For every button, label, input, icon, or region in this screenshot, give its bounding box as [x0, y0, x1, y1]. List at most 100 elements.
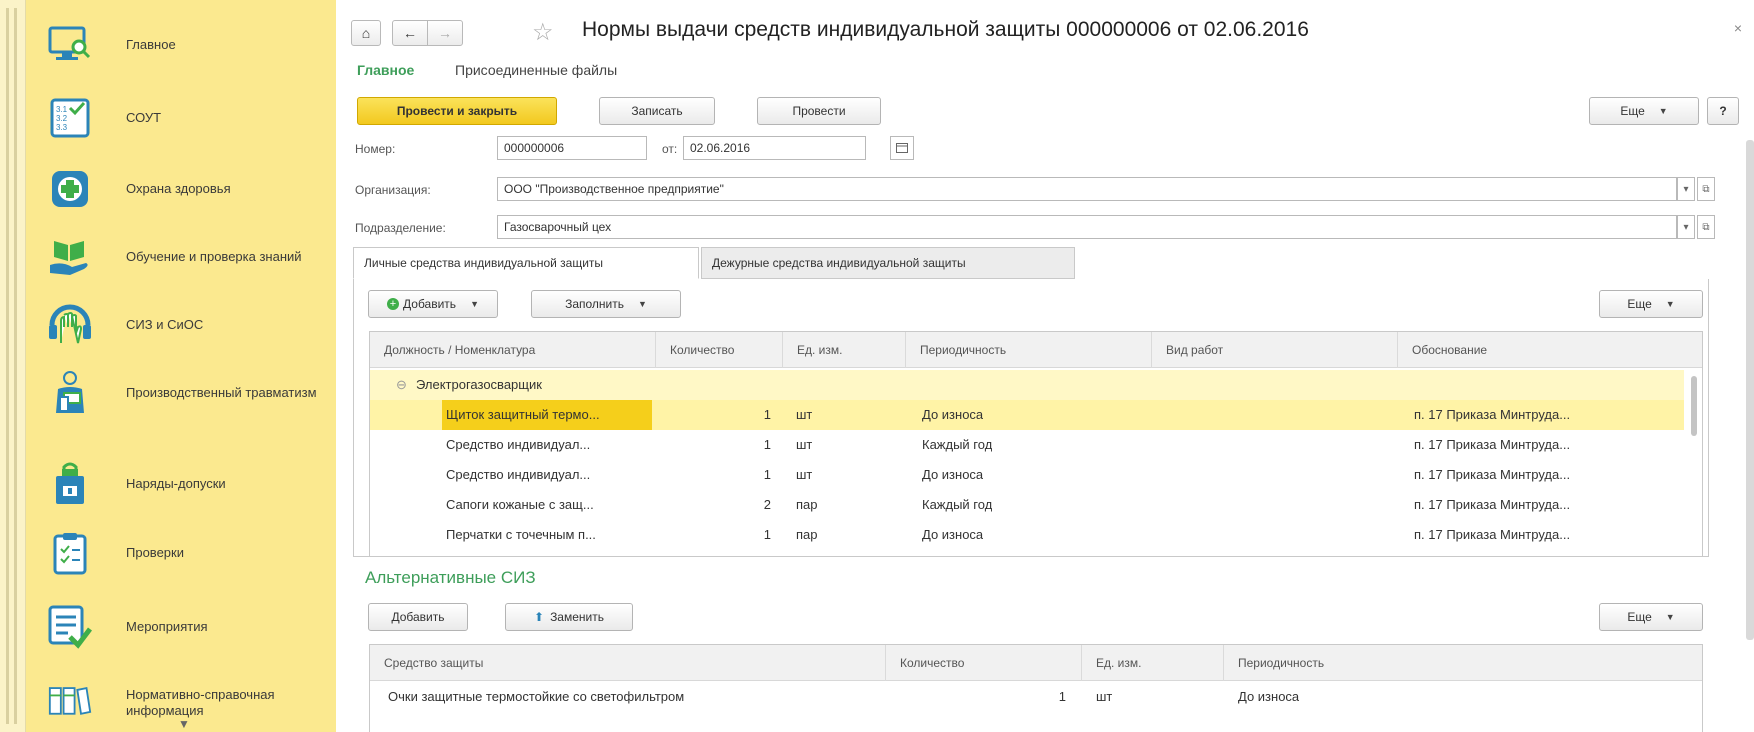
- binders-icon: [48, 678, 92, 722]
- sidebar-item-inspections[interactable]: Проверки: [26, 518, 336, 588]
- number-field[interactable]: 000000006: [497, 136, 647, 160]
- cell-unit: пар: [796, 497, 818, 512]
- column-header[interactable]: Количество: [656, 332, 783, 368]
- chevron-down-icon: ▼: [470, 299, 479, 309]
- document-form: ⌂ ← → ☆ Нормы выдачи средств индивидуаль…: [337, 0, 1754, 732]
- table-row[interactable]: Средство индивидуал... 1 шт Каждый год п…: [370, 430, 1684, 460]
- glove-icon: [48, 303, 92, 347]
- replace-label: Заменить: [550, 610, 604, 624]
- svg-text:3.1: 3.1: [56, 105, 68, 114]
- sidebar-item-measures[interactable]: Мероприятия: [26, 592, 336, 662]
- cell-unit: шт: [796, 437, 813, 452]
- page-title: Нормы выдачи средств индивидуальной защи…: [582, 18, 1309, 41]
- replace-button[interactable]: ⬆ Заменить: [505, 603, 633, 631]
- chevron-down-icon: ▼: [1665, 299, 1675, 309]
- department-label: Подразделение:: [355, 221, 446, 235]
- column-header[interactable]: Обоснование: [1398, 332, 1688, 368]
- sidebar-item-injuries[interactable]: Производственный травматизм: [26, 358, 336, 428]
- back-button[interactable]: ←: [392, 20, 428, 46]
- calendar-icon[interactable]: [890, 136, 914, 160]
- fill-button[interactable]: Заполнить ▼: [531, 290, 681, 318]
- cell-period: Каждый год: [922, 497, 993, 512]
- sidebar-item-label: Охрана здоровья: [126, 181, 231, 196]
- tab-duty-ppe[interactable]: Дежурные средства индивидуальной защиты: [701, 247, 1075, 279]
- cell-qty: 2: [763, 497, 771, 512]
- items-more-button[interactable]: Еще ▼: [1599, 290, 1703, 318]
- close-icon[interactable]: ×: [1734, 20, 1742, 36]
- column-header[interactable]: Вид работ: [1152, 332, 1398, 368]
- table-row[interactable]: Средство индивидуал... 1 шт До износа п.…: [370, 460, 1684, 490]
- column-header[interactable]: Должность / Номенклатура: [370, 332, 656, 368]
- department-field[interactable]: Газосварочный цех: [497, 215, 1677, 239]
- table-row[interactable]: Очки защитные термостойкие со светофильт…: [370, 682, 1702, 712]
- column-header[interactable]: Ед. изм.: [783, 332, 906, 368]
- sidebar-item-health[interactable]: Охрана здоровья: [26, 154, 336, 224]
- cell-unit: шт: [1096, 689, 1113, 704]
- dropdown-arrow-icon[interactable]: ▾: [1677, 177, 1695, 201]
- more-label: Еще: [1627, 610, 1652, 624]
- add-item-button[interactable]: + Добавить ▼: [368, 290, 498, 318]
- open-link-icon[interactable]: ⧉: [1697, 215, 1715, 239]
- save-button[interactable]: Записать: [599, 97, 715, 125]
- edge-line: [6, 8, 9, 724]
- date-label: от:: [662, 142, 678, 156]
- page-scrollbar[interactable]: [1746, 140, 1754, 640]
- collapse-toggle-icon[interactable]: ⊖: [396, 370, 407, 400]
- post-and-close-button[interactable]: Провести и закрыть: [357, 97, 557, 125]
- column-header[interactable]: Количество: [886, 645, 1082, 681]
- cell-name: Щиток защитный термо...: [442, 400, 652, 430]
- sidebar-scroll-down-icon[interactable]: ▼: [178, 717, 190, 731]
- alt-more-button[interactable]: Еще ▼: [1599, 603, 1703, 631]
- items-table: Должность / Номенклатура Количество Ед. …: [369, 331, 1703, 557]
- table-row[interactable]: Сапоги кожаные с защ... 2 пар Каждый год…: [370, 490, 1684, 520]
- cell-qty: 1: [763, 467, 771, 482]
- sidebar-item-training[interactable]: Обучение и проверка знаний: [26, 222, 336, 292]
- date-field[interactable]: 02.06.2016: [683, 136, 866, 160]
- tab-personal-ppe[interactable]: Личные средства индивидуальной защиты: [353, 247, 699, 279]
- cell-qty: 1: [763, 407, 771, 422]
- svg-text:3.2: 3.2: [56, 114, 68, 123]
- more-actions-button[interactable]: Еще ▼: [1589, 97, 1699, 125]
- cell-qty: 1: [763, 437, 771, 452]
- add-icon: +: [387, 298, 400, 310]
- tab-attached-files[interactable]: Присоединенные файлы: [455, 62, 617, 78]
- column-header[interactable]: Средство защиты: [370, 645, 886, 681]
- chevron-down-icon: ▼: [1658, 106, 1668, 116]
- forward-button[interactable]: →: [427, 20, 463, 46]
- scrollbar-thumb[interactable]: [1691, 376, 1697, 436]
- favorite-star-icon[interactable]: ☆: [532, 18, 554, 47]
- sidebar-item-sout[interactable]: 3.1 3.2 3.3 СОУТ: [26, 83, 336, 153]
- home-button[interactable]: ⌂: [351, 20, 381, 46]
- add-label: Добавить: [403, 297, 457, 311]
- monitor-search-icon: [48, 23, 92, 67]
- cell-basis: п. 17 Приказа Минтруда...: [1414, 497, 1571, 512]
- column-header[interactable]: Периодичность: [1224, 645, 1702, 681]
- sidebar-item-label: СИЗ и СиОС: [126, 317, 204, 332]
- arrow-right-icon: →: [438, 25, 452, 41]
- table-row[interactable]: Перчатки с точечным п... 1 пар До износа…: [370, 520, 1684, 550]
- svg-text:3.3: 3.3: [56, 123, 68, 132]
- sidebar-item-permits[interactable]: Наряды-допуски: [26, 449, 336, 519]
- sidebar-item-ppe[interactable]: СИЗ и СиОС: [26, 290, 336, 360]
- tab-main[interactable]: Главное: [357, 62, 414, 78]
- dropdown-arrow-icon[interactable]: ▾: [1677, 215, 1695, 239]
- group-label: Электрогазосварщик: [416, 377, 542, 392]
- table-scrollbar[interactable]: [1688, 368, 1700, 552]
- organization-field[interactable]: ООО "Производственное предприятие": [497, 177, 1677, 201]
- open-link-icon[interactable]: ⧉: [1697, 177, 1715, 201]
- sidebar-item-main[interactable]: Главное: [26, 10, 336, 80]
- sidebar-item-label: Главное: [126, 37, 176, 52]
- post-button[interactable]: Провести: [757, 97, 881, 125]
- column-header[interactable]: Ед. изм.: [1082, 645, 1224, 681]
- organization-label: Организация:: [355, 183, 431, 197]
- more-label: Еще: [1627, 297, 1652, 311]
- arrow-left-icon: ←: [403, 25, 417, 41]
- help-button[interactable]: ?: [1707, 97, 1739, 125]
- alt-add-button[interactable]: Добавить: [368, 603, 468, 631]
- sidebar-item-label: Наряды-допуски: [126, 476, 226, 491]
- group-row[interactable]: ⊖ Электрогазосварщик: [370, 370, 1684, 400]
- table-row[interactable]: Щиток защитный термо... 1 шт До износа п…: [370, 400, 1684, 430]
- column-header[interactable]: Периодичность: [906, 332, 1152, 368]
- cell-name: Перчатки с точечным п...: [446, 527, 596, 542]
- alternatives-title: Альтернативные СИЗ: [365, 568, 536, 587]
